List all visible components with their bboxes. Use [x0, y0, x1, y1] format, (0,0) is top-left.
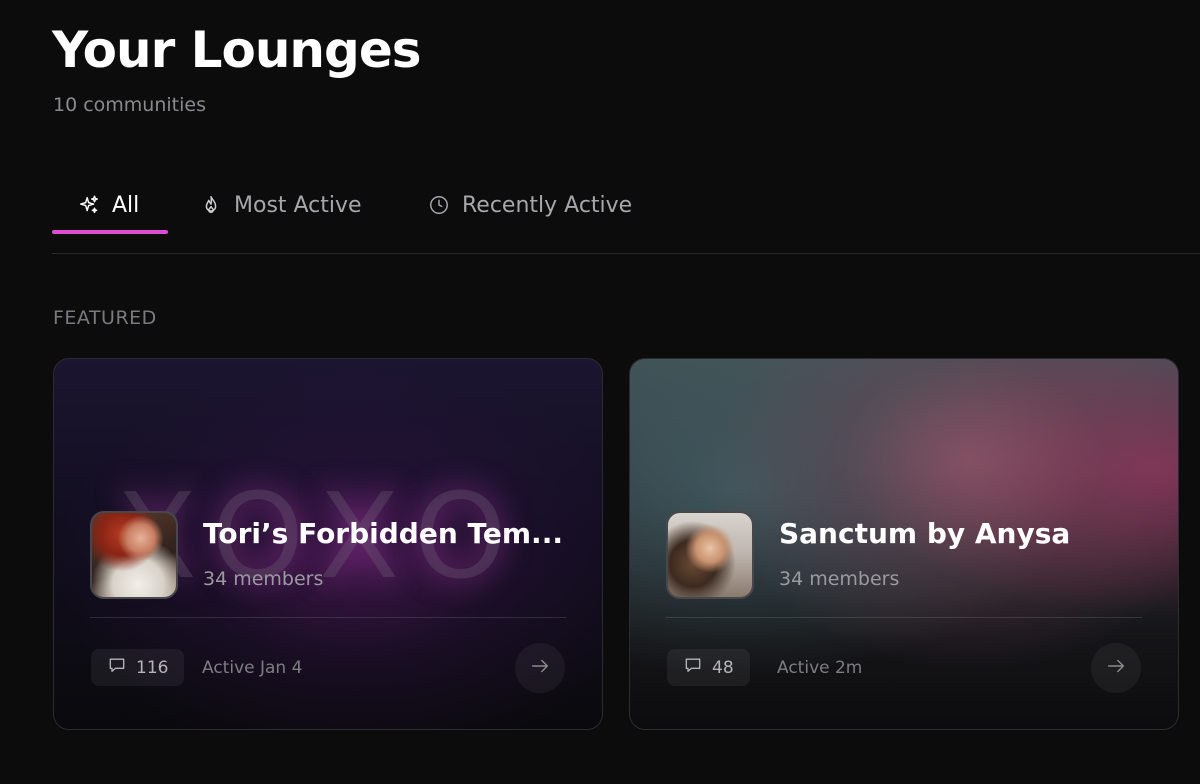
community-count: 10 communities [53, 94, 206, 116]
lounge-card[interactable]: Sanctum by Anysa 34 members 48 Active 2m [629, 358, 1179, 730]
avatar [90, 511, 178, 599]
comment-count: 48 [712, 657, 734, 678]
arrow-right-icon [529, 655, 551, 681]
lounge-name[interactable]: Tori’s Forbidden Tem... [203, 516, 573, 552]
filter-tabs: All Most Active Recently Active [52, 176, 1200, 254]
last-active: Active 2m [777, 658, 863, 678]
card-divider [666, 617, 1142, 618]
lounges-page: Your Lounges 10 communities All Most Act… [0, 0, 1200, 784]
tab-all[interactable]: All [78, 176, 139, 234]
member-count: 34 members [203, 568, 324, 590]
comment-count: 116 [136, 657, 169, 678]
featured-section-label: FEATURED [53, 307, 157, 329]
arrow-right-icon [1105, 655, 1127, 681]
open-lounge-button[interactable] [515, 643, 565, 693]
lounge-name[interactable]: Sanctum by Anysa [779, 516, 1149, 552]
last-active: Active Jan 4 [202, 658, 303, 678]
chat-bubble-icon [107, 655, 127, 680]
comment-count-badge: 116 [91, 649, 185, 686]
tab-most-active[interactable]: Most Active [200, 176, 362, 234]
tab-recently-active-label: Recently Active [462, 192, 633, 218]
tab-recently-active[interactable]: Recently Active [428, 176, 632, 234]
tab-all-label: All [112, 192, 140, 218]
lounge-card[interactable]: XOXO Tori’s Forbidden Tem... 34 members … [53, 358, 603, 730]
open-lounge-button[interactable] [1091, 643, 1141, 693]
sparkles-icon [78, 194, 100, 216]
chat-bubble-icon [683, 655, 703, 680]
clock-icon [428, 194, 450, 216]
page-title: Your Lounges [52, 21, 421, 79]
member-count: 34 members [779, 568, 900, 590]
comment-count-badge: 48 [667, 649, 750, 686]
avatar [666, 511, 754, 599]
fire-icon [200, 194, 222, 216]
active-tab-indicator [52, 230, 168, 234]
tab-most-active-label: Most Active [234, 192, 362, 218]
card-divider [90, 617, 566, 618]
